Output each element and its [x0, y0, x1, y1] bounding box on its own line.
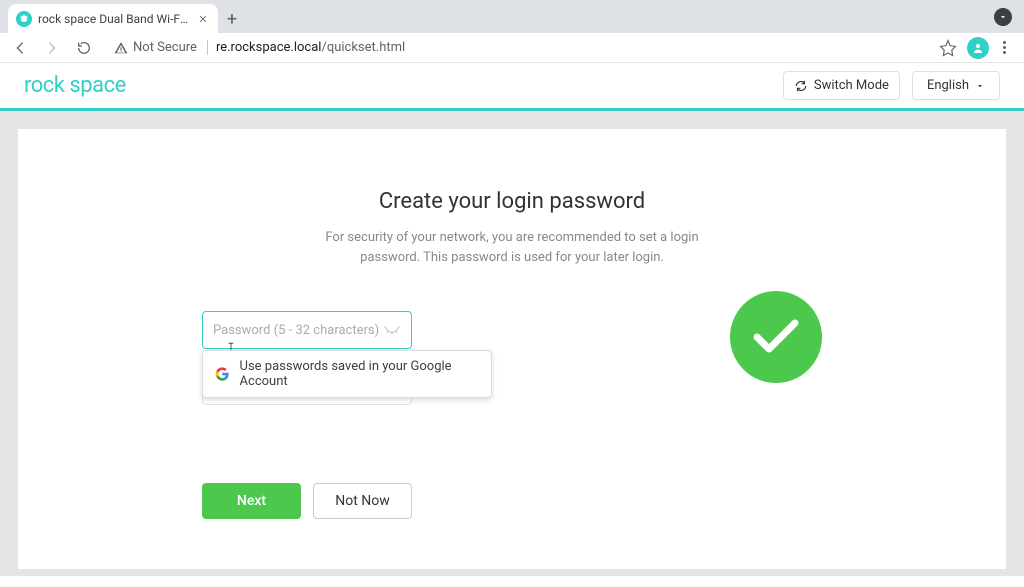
- switch-mode-button[interactable]: Switch Mode: [783, 71, 900, 100]
- page-title: Create your login password: [58, 189, 966, 214]
- tab-close-icon[interactable]: [196, 12, 210, 26]
- not-now-button[interactable]: Not Now: [313, 483, 412, 519]
- tab-title: rock space Dual Band Wi-Fi Re: [38, 12, 190, 26]
- success-check-icon: [730, 291, 822, 383]
- address-bar[interactable]: Not Secure re.rockspace.local/quickset.h…: [104, 36, 931, 60]
- language-label: English: [927, 78, 969, 93]
- url-text: re.rockspace.local/quickset.html: [216, 40, 405, 55]
- back-button[interactable]: [8, 36, 32, 60]
- button-row: Next Not Now: [202, 483, 412, 519]
- page-header: rock space Switch Mode English: [0, 63, 1024, 111]
- browser-tab-strip: rock space Dual Band Wi-Fi Re +: [0, 0, 1024, 33]
- content-area: Create your login password For security …: [0, 111, 1024, 587]
- autofill-text: Use passwords saved in your Google Accou…: [240, 359, 479, 389]
- window-profile-icon[interactable]: [994, 8, 1012, 26]
- language-select[interactable]: English: [912, 71, 1000, 100]
- google-icon: [215, 366, 230, 382]
- tab-favicon-icon: [16, 11, 32, 27]
- browser-tab[interactable]: rock space Dual Band Wi-Fi Re: [8, 4, 218, 33]
- chevron-down-icon: [975, 81, 985, 91]
- bookmark-star-icon[interactable]: [939, 39, 957, 57]
- new-tab-button[interactable]: +: [218, 5, 246, 33]
- toggle-visibility-icon[interactable]: [383, 323, 401, 337]
- page-viewport: rock space Switch Mode English Create yo…: [0, 63, 1024, 576]
- form-area: Use passwords saved in your Google Accou…: [202, 311, 822, 519]
- autofill-popup[interactable]: Use passwords saved in your Google Accou…: [202, 350, 492, 398]
- main-card: Create your login password For security …: [18, 129, 1006, 569]
- not-secure-label: Not Secure: [133, 40, 197, 55]
- next-button[interactable]: Next: [202, 483, 301, 519]
- forward-button[interactable]: [40, 36, 64, 60]
- browser-menu-icon[interactable]: [999, 41, 1010, 54]
- password-input[interactable]: [213, 323, 383, 338]
- not-secure-indicator[interactable]: Not Secure: [114, 40, 208, 55]
- reload-button[interactable]: [72, 36, 96, 60]
- profile-avatar-icon[interactable]: [967, 37, 989, 59]
- logo: rock space: [24, 73, 126, 98]
- refresh-icon: [794, 79, 808, 93]
- browser-toolbar: Not Secure re.rockspace.local/quickset.h…: [0, 33, 1024, 63]
- page-subtitle: For security of your network, you are re…: [58, 228, 966, 267]
- switch-mode-label: Switch Mode: [814, 78, 889, 93]
- password-field-wrap: Use passwords saved in your Google Accou…: [202, 311, 412, 349]
- warning-icon: [114, 41, 128, 55]
